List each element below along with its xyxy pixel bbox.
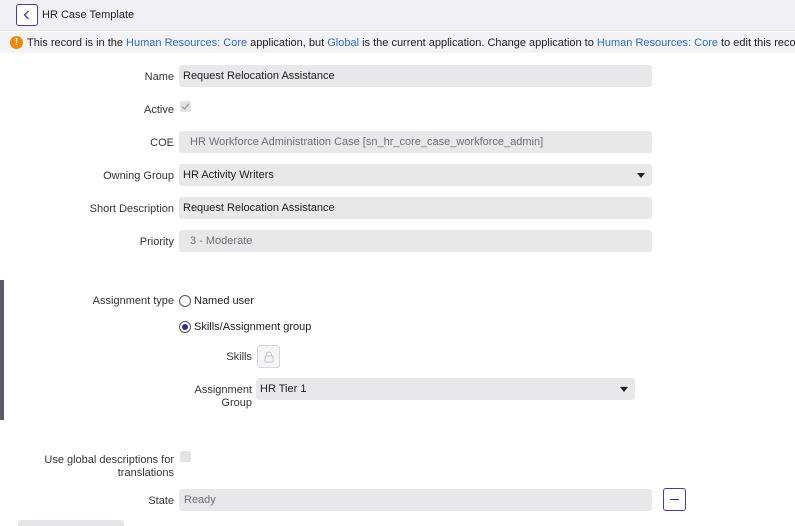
back-button[interactable] (16, 4, 38, 26)
assignment-group-label-line1: Assignment (194, 384, 252, 396)
page-title: HR Case Template (42, 9, 135, 21)
name-field[interactable]: Request Relocation Assistance (179, 65, 652, 87)
use-global-label-line2: translations (117, 467, 174, 479)
owning-group-select[interactable]: HR Activity Writers (179, 164, 652, 186)
skills-assignment-group-radio[interactable] (179, 321, 191, 333)
active-checkbox[interactable] (180, 101, 191, 112)
named-user-label[interactable]: Named user (194, 295, 254, 307)
banner-link-change-app[interactable]: Human Resources: Core (597, 37, 718, 49)
banner-text-1: This record is in the (27, 37, 123, 49)
state-label: State (148, 495, 174, 507)
checkmark-icon (181, 103, 190, 110)
priority-label: Priority (139, 236, 174, 248)
form-header: HR Case Template (0, 0, 795, 31)
banner-text-3: is the current application. Change appli… (362, 37, 594, 49)
skills-assignment-group-label[interactable]: Skills/Assignment group (194, 321, 311, 333)
state-field[interactable]: Ready (179, 489, 652, 511)
banner-message: This record is in the Human Resources: C… (27, 37, 795, 49)
assignment-group-value: HR Tier 1 (260, 383, 307, 395)
active-label: Active (144, 104, 174, 116)
scroll-indicator (0, 280, 4, 420)
use-global-descriptions-checkbox[interactable] (180, 451, 191, 462)
warning-icon: ! (10, 36, 23, 49)
owning-group-value: HR Activity Writers (183, 169, 274, 181)
owning-group-label: Owning Group (103, 170, 174, 182)
short-description-field[interactable]: Request Relocation Assistance (179, 197, 652, 219)
state-minus-button[interactable] (663, 488, 686, 511)
name-label: Name (144, 71, 174, 83)
form-button-partial[interactable] (18, 520, 124, 526)
banner-text-2: application, but (250, 37, 325, 49)
banner-text-4: to edit this record. (721, 37, 795, 49)
banner-link-hr-core[interactable]: Human Resources: Core (126, 37, 247, 49)
named-user-radio[interactable] (179, 295, 191, 307)
coe-field[interactable]: HR Workforce Administration Case [sn_hr_… (179, 131, 652, 153)
use-global-descriptions-label: Use global descriptions for translations (20, 454, 174, 480)
priority-field[interactable]: 3 - Moderate (179, 230, 652, 252)
assignment-group-label: Assignment Group (180, 384, 252, 410)
chevron-down-icon (637, 173, 645, 178)
use-global-label-line1: Use global descriptions for (44, 454, 174, 466)
skills-lock-button[interactable] (257, 345, 280, 368)
skills-label: Skills (226, 351, 252, 363)
lock-icon (264, 351, 274, 363)
assignment-group-select[interactable]: HR Tier 1 (256, 378, 635, 400)
chevron-down-icon (620, 387, 628, 392)
assignment-type-label: Assignment type (92, 295, 174, 307)
assignment-group-label-line2: Group (221, 397, 252, 409)
banner-link-global[interactable]: Global (327, 37, 359, 49)
short-description-label: Short Description (89, 203, 174, 215)
coe-label: COE (150, 137, 174, 149)
chevron-left-icon (23, 10, 29, 20)
